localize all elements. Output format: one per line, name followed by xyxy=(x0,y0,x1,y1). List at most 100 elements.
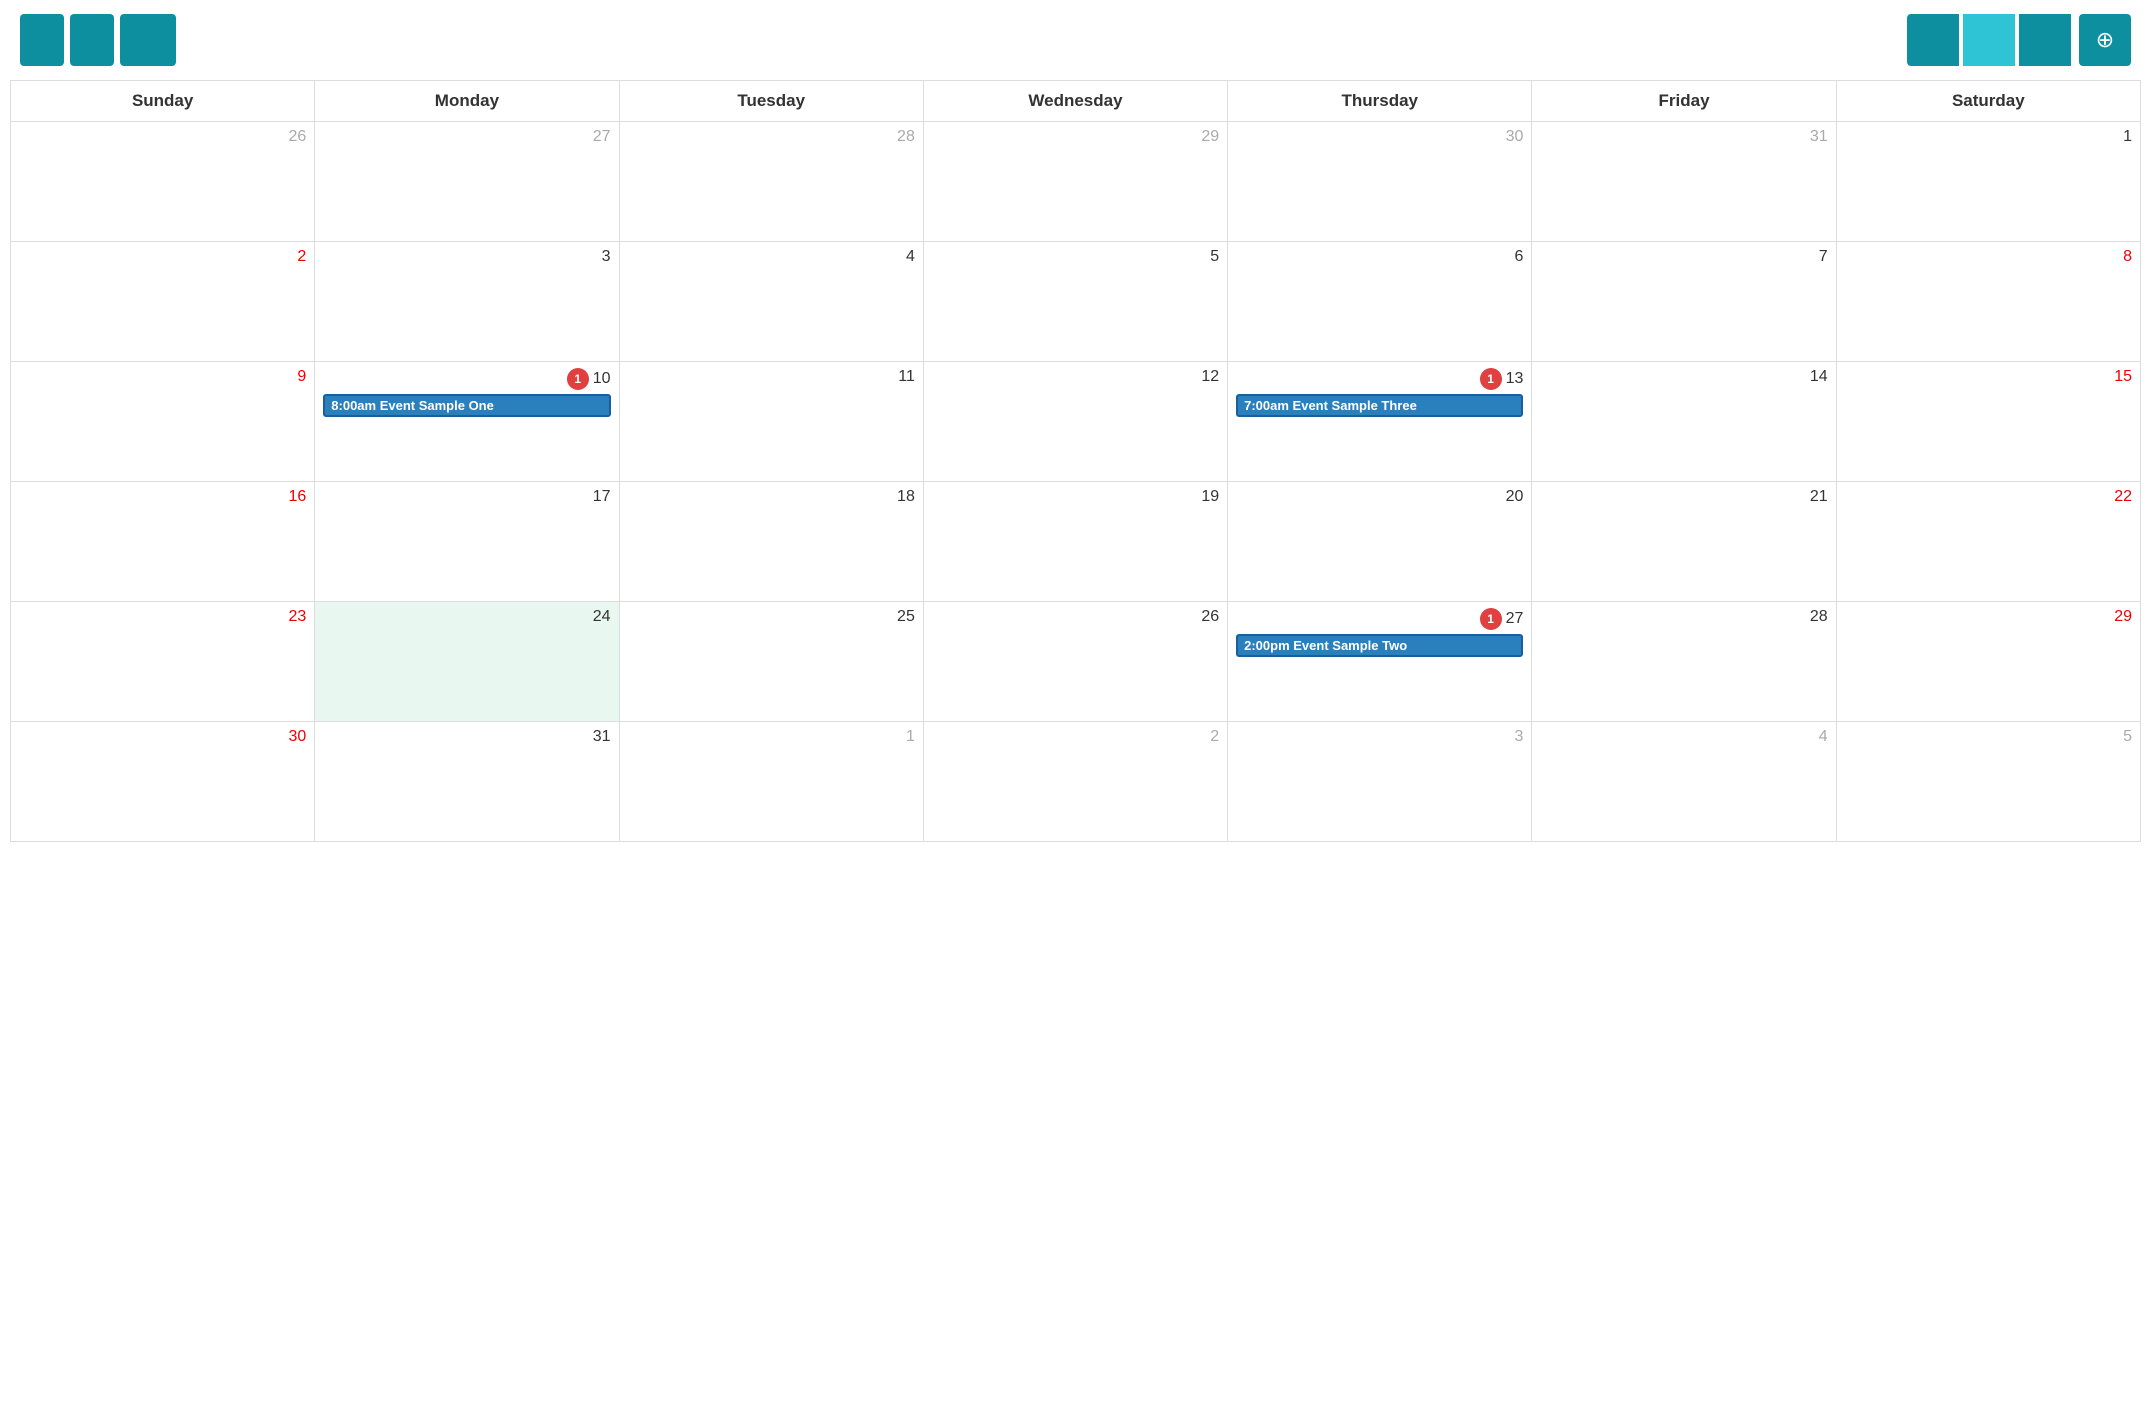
calendar-grid: SundayMondayTuesdayWednesdayThursdayFrid… xyxy=(10,80,2141,842)
calendar-cell[interactable]: 16 xyxy=(11,482,315,602)
event-item[interactable]: 7:00am Event Sample Three xyxy=(1236,394,1523,417)
calendar-cell[interactable]: 23 xyxy=(11,602,315,722)
day-number: 30 xyxy=(288,728,306,746)
month-view-button[interactable] xyxy=(1963,14,2015,66)
day-number: 4 xyxy=(906,248,915,266)
week-view-button[interactable] xyxy=(2019,14,2071,66)
calendar-cell[interactable]: 7 xyxy=(1532,242,1836,362)
calendar-cell[interactable]: 22 xyxy=(1836,482,2140,602)
calendar-cell[interactable]: 8 xyxy=(1836,242,2140,362)
event-item[interactable]: 8:00am Event Sample One xyxy=(323,394,610,417)
day-number: 14 xyxy=(1810,368,1828,386)
year-view-button[interactable] xyxy=(1907,14,1959,66)
day-number: 6 xyxy=(1515,248,1524,266)
calendar-cell[interactable]: 9 xyxy=(11,362,315,482)
day-number: 4 xyxy=(1819,728,1828,746)
day-number: 1 xyxy=(2123,128,2132,146)
calendar-cell[interactable]: 5 xyxy=(923,242,1227,362)
event-item[interactable]: 2:00pm Event Sample Two xyxy=(1236,634,1523,657)
calendar-cell[interactable]: 127 2:00pm Event Sample Two xyxy=(1228,602,1532,722)
day-number: 10 xyxy=(593,370,611,388)
column-header-sunday: Sunday xyxy=(11,81,315,122)
calendar-cell[interactable]: 15 xyxy=(1836,362,2140,482)
download-button[interactable]: ⊕ xyxy=(2079,14,2131,66)
calendar-cell[interactable]: 31 xyxy=(1532,122,1836,242)
calendar-cell[interactable]: 2 xyxy=(11,242,315,362)
next-button[interactable] xyxy=(70,14,114,66)
day-number: 5 xyxy=(2123,728,2132,746)
calendar-cell[interactable]: 17 xyxy=(315,482,619,602)
day-number: 2 xyxy=(297,248,306,266)
event-count-badge: 1 xyxy=(1480,608,1502,630)
day-number: 19 xyxy=(1201,488,1219,506)
day-number: 11 xyxy=(898,368,915,386)
column-header-saturday: Saturday xyxy=(1836,81,2140,122)
calendar-cell[interactable]: 21 xyxy=(1532,482,1836,602)
day-number: 24 xyxy=(593,608,611,626)
calendar-cell[interactable]: 28 xyxy=(619,122,923,242)
day-number: 3 xyxy=(1515,728,1524,746)
calendar-cell[interactable]: 1 xyxy=(619,722,923,842)
day-number: 29 xyxy=(1201,128,1219,146)
column-header-tuesday: Tuesday xyxy=(619,81,923,122)
calendar-cell[interactable]: 5 xyxy=(1836,722,2140,842)
day-number: 26 xyxy=(288,128,306,146)
day-number: 13 xyxy=(1506,370,1524,388)
calendar-cell[interactable]: 30 xyxy=(11,722,315,842)
calendar-cell[interactable]: 14 xyxy=(1532,362,1836,482)
calendar-cell[interactable]: 19 xyxy=(923,482,1227,602)
download-icon: ⊕ xyxy=(2096,27,2114,53)
calendar-cell[interactable]: 25 xyxy=(619,602,923,722)
day-number: 28 xyxy=(1810,608,1828,626)
calendar-cell[interactable]: 2 xyxy=(923,722,1227,842)
day-number: 1 xyxy=(906,728,915,746)
today-button[interactable] xyxy=(120,14,176,66)
event-count-badge: 1 xyxy=(567,368,589,390)
day-number: 23 xyxy=(288,608,306,626)
day-number: 16 xyxy=(288,488,306,506)
calendar-cell[interactable]: 110 8:00am Event Sample One xyxy=(315,362,619,482)
calendar-cell[interactable]: 11 xyxy=(619,362,923,482)
day-number: 3 xyxy=(602,248,611,266)
event-count-badge: 1 xyxy=(1480,368,1502,390)
calendar-cell[interactable]: 3 xyxy=(315,242,619,362)
calendar-cell[interactable]: 6 xyxy=(1228,242,1532,362)
calendar-cell[interactable]: 4 xyxy=(1532,722,1836,842)
calendar-cell[interactable]: 3 xyxy=(1228,722,1532,842)
calendar-cell[interactable]: 31 xyxy=(315,722,619,842)
column-header-thursday: Thursday xyxy=(1228,81,1532,122)
day-number: 27 xyxy=(1506,610,1524,628)
day-number: 15 xyxy=(2114,368,2132,386)
day-number: 9 xyxy=(297,368,306,386)
calendar-cell[interactable]: 4 xyxy=(619,242,923,362)
view-controls: ⊕ xyxy=(1907,14,2131,66)
calendar-cell[interactable]: 26 xyxy=(11,122,315,242)
calendar-cell[interactable]: 12 xyxy=(923,362,1227,482)
calendar-cell[interactable]: 26 xyxy=(923,602,1227,722)
column-header-monday: Monday xyxy=(315,81,619,122)
nav-controls xyxy=(20,14,176,66)
day-number: 27 xyxy=(593,128,611,146)
day-number: 28 xyxy=(897,128,915,146)
calendar-cell[interactable]: 29 xyxy=(923,122,1227,242)
calendar-container: SundayMondayTuesdayWednesdayThursdayFrid… xyxy=(0,80,2151,852)
day-number: 25 xyxy=(897,608,915,626)
day-number: 29 xyxy=(2114,608,2132,626)
day-number: 31 xyxy=(593,728,611,746)
calendar-cell[interactable]: 20 xyxy=(1228,482,1532,602)
calendar-cell[interactable]: 30 xyxy=(1228,122,1532,242)
calendar-cell[interactable]: 1 xyxy=(1836,122,2140,242)
day-number: 8 xyxy=(2123,248,2132,266)
calendar-cell[interactable]: 28 xyxy=(1532,602,1836,722)
prev-button[interactable] xyxy=(20,14,64,66)
day-number: 5 xyxy=(1210,248,1219,266)
calendar-cell[interactable]: 113 7:00am Event Sample Three xyxy=(1228,362,1532,482)
calendar-cell[interactable]: 27 xyxy=(315,122,619,242)
day-number: 20 xyxy=(1506,488,1524,506)
calendar-cell[interactable]: 29 xyxy=(1836,602,2140,722)
calendar-cell[interactable]: 24 xyxy=(315,602,619,722)
day-number: 7 xyxy=(1819,248,1828,266)
toolbar: ⊕ xyxy=(0,0,2151,80)
day-number: 22 xyxy=(2114,488,2132,506)
calendar-cell[interactable]: 18 xyxy=(619,482,923,602)
